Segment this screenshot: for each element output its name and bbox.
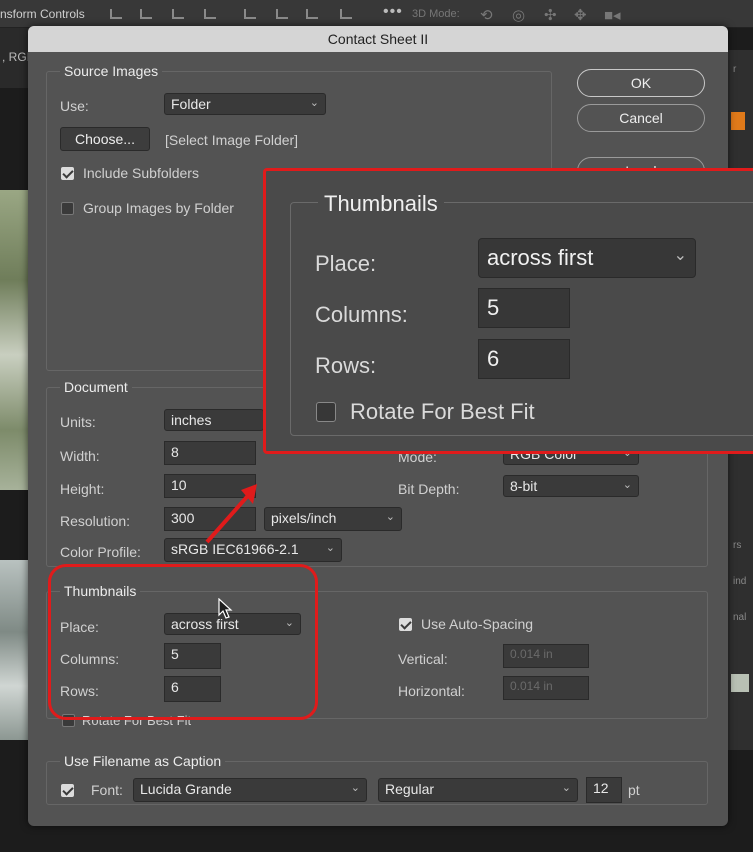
chevron-down-icon: ⌄	[325, 542, 335, 554]
zoom-place-select[interactable]: across first ⌄	[478, 238, 696, 278]
resolution-unit-select[interactable]: pixels/inch ⌄	[264, 507, 402, 531]
resolution-label: Resolution:	[60, 513, 131, 529]
source-images-legend: Source Images	[60, 63, 163, 79]
thumbnails-zoom-callout: Thumbnails Place: across first ⌄ Columns…	[263, 168, 753, 454]
zoom-place-value: across first	[487, 245, 594, 270]
chevron-down-icon: ⌄	[673, 247, 687, 264]
align-center-icon[interactable]	[140, 9, 152, 19]
layer-thumbnail[interactable]	[731, 674, 749, 692]
options-bar-label: nsform Controls	[0, 7, 85, 21]
bit-depth-value: 8-bit	[510, 478, 538, 494]
color-swatch[interactable]	[731, 112, 745, 130]
chevron-down-icon: ⌄	[309, 97, 319, 109]
distribute-vertical-icon[interactable]	[340, 9, 352, 19]
vertical-field[interactable]: 0.014 in	[503, 644, 589, 668]
group-by-folder-label: Group Images by Folder	[83, 200, 234, 216]
caption-legend: Use Filename as Caption	[60, 753, 226, 769]
use-label: Use:	[60, 98, 89, 114]
resolution-unit-value: pixels/inch	[271, 510, 337, 526]
font-size-unit: pt	[628, 782, 640, 798]
auto-spacing-checkbox[interactable]	[399, 618, 412, 631]
dialog-title-bar[interactable]: Contact Sheet II	[28, 26, 728, 52]
chevron-down-icon: ⌄	[622, 479, 632, 491]
3d-rotate-icon[interactable]: ⟲	[480, 6, 493, 24]
3d-roll-icon[interactable]: ◎	[512, 6, 525, 24]
document-tab-label: , RGI	[2, 50, 31, 64]
thumbnails-highlight	[48, 564, 318, 720]
font-style-value: Regular	[385, 781, 435, 797]
use-select[interactable]: Folder ⌄	[164, 93, 326, 115]
right-panel-rs: rs	[733, 540, 742, 551]
font-label: Font:	[91, 782, 123, 798]
horizontal-label: Horizontal:	[398, 683, 465, 699]
zoom-columns-field[interactable]: 5	[478, 288, 570, 328]
font-size-field[interactable]: 12	[586, 777, 622, 803]
right-panel-r: r	[733, 64, 737, 75]
height-label: Height:	[60, 481, 105, 497]
caption-checkbox[interactable]	[61, 784, 74, 797]
chevron-down-icon: ⌄	[350, 782, 360, 794]
units-select[interactable]: inches	[164, 409, 264, 431]
callout-arrow-icon	[205, 484, 257, 544]
font-select[interactable]: Lucida Grande ⌄	[133, 778, 367, 802]
font-select-value: Lucida Grande	[140, 781, 232, 797]
width-field[interactable]: 8	[164, 441, 256, 465]
right-panel-nal: nal	[733, 612, 747, 623]
video-camera-icon[interactable]: ■◂	[604, 6, 621, 24]
3d-drag-icon[interactable]: ✣	[544, 6, 557, 24]
group-by-folder-checkbox[interactable]	[61, 202, 74, 215]
include-subfolders-checkbox[interactable]	[61, 167, 74, 180]
3d-slide-icon[interactable]: ✥	[574, 6, 587, 24]
options-bar: nsform Controls ••• 3D Mode: ⟲ ◎ ✣ ✥ ■◂	[0, 0, 753, 28]
folder-path-text: [Select Image Folder]	[165, 132, 299, 148]
zoom-place-label: Place:	[315, 251, 377, 276]
more-options-icon[interactable]: •••	[383, 3, 403, 21]
distribute-icon[interactable]	[204, 9, 216, 19]
ok-button[interactable]: OK	[577, 69, 705, 97]
bit-depth-select[interactable]: 8-bit ⌄	[503, 475, 639, 497]
bit-depth-label: Bit Depth:	[398, 481, 460, 497]
chevron-down-icon: ⌄	[561, 782, 571, 794]
width-label: Width:	[60, 448, 100, 464]
right-panel-ind: ind	[733, 576, 747, 587]
auto-spacing-label: Use Auto-Spacing	[421, 616, 534, 632]
horizontal-field[interactable]: 0.014 in	[503, 676, 589, 700]
cancel-button[interactable]: Cancel	[577, 104, 705, 132]
units-select-value: inches	[171, 412, 212, 428]
font-style-select[interactable]: Regular ⌄	[378, 778, 578, 802]
choose-button[interactable]: Choose...	[60, 127, 150, 151]
document-legend: Document	[60, 379, 132, 395]
chevron-down-icon: ⌄	[385, 511, 395, 523]
dialog-title: Contact Sheet II	[327, 31, 429, 47]
align-right-icon[interactable]	[172, 9, 184, 19]
zoom-rows-label: Rows:	[315, 353, 377, 378]
units-label: Units:	[60, 414, 96, 430]
3d-mode-label: 3D Mode:	[412, 8, 460, 20]
zoom-rotate-checkbox[interactable]	[316, 402, 336, 422]
align-middle-icon[interactable]	[276, 9, 288, 19]
align-top-icon[interactable]	[244, 9, 256, 19]
zoom-columns-label: Columns:	[315, 302, 408, 327]
use-select-value: Folder	[171, 96, 211, 112]
vertical-label: Vertical:	[398, 651, 448, 667]
color-profile-label: Color Profile:	[60, 544, 141, 560]
mouse-pointer-icon	[218, 598, 233, 619]
zoom-rotate-label: Rotate For Best Fit	[350, 399, 535, 424]
zoom-rows-field[interactable]: 6	[478, 339, 570, 379]
align-bottom-icon[interactable]	[306, 9, 318, 19]
align-left-icon[interactable]	[110, 9, 122, 19]
zoom-thumbnails-legend: Thumbnails	[318, 191, 444, 217]
include-subfolders-label: Include Subfolders	[83, 165, 199, 181]
